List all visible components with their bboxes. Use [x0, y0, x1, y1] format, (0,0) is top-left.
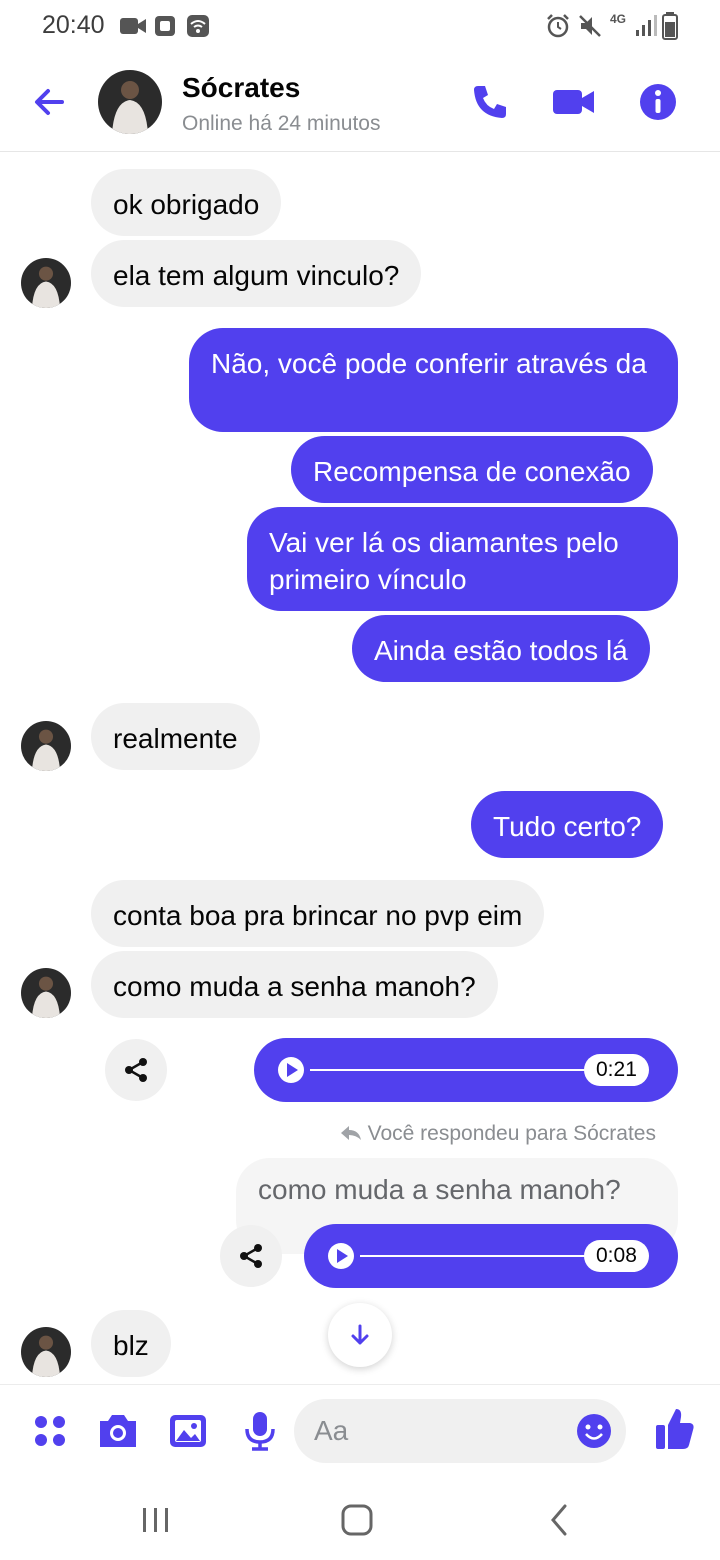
message-bubble-outgoing[interactable]: Vai ver lá os diamantes pelo primeiro ví… — [247, 507, 678, 611]
info-icon[interactable] — [636, 80, 680, 124]
back-arrow-icon[interactable] — [28, 80, 72, 124]
audio-progress-track[interactable] — [310, 1069, 596, 1071]
video-record-icon — [120, 18, 146, 34]
message-input-pill — [294, 1399, 626, 1463]
camera-icon[interactable] — [96, 1409, 140, 1453]
reply-note-text: Você respondeu para Sócrates — [367, 1122, 656, 1145]
home-icon[interactable] — [337, 1500, 377, 1540]
audio-progress-track[interactable] — [360, 1255, 596, 1257]
message-bubble-outgoing[interactable]: Ainda estão todos lá — [352, 615, 650, 682]
message-bubble-incoming[interactable]: realmente — [91, 703, 260, 770]
scroll-to-bottom-button[interactable] — [328, 1303, 392, 1367]
mute-icon — [579, 15, 601, 37]
contact-avatar[interactable] — [98, 70, 162, 134]
more-apps-icon[interactable] — [28, 1409, 72, 1453]
signal-icon — [636, 15, 657, 36]
recent-apps-icon[interactable] — [136, 1500, 176, 1540]
contact-name[interactable]: Sócrates — [182, 72, 300, 104]
share-button[interactable] — [105, 1039, 167, 1101]
sender-avatar — [21, 258, 71, 308]
play-icon[interactable] — [328, 1243, 354, 1269]
message-input[interactable] — [314, 1411, 554, 1451]
audio-message-outgoing: 0:08 — [304, 1224, 678, 1288]
gallery-icon[interactable] — [166, 1409, 210, 1453]
microphone-icon[interactable] — [238, 1409, 282, 1453]
status-bar: 20:40 4G — [0, 0, 720, 52]
message-bubble-incoming[interactable]: blz — [91, 1310, 171, 1377]
wifi-call-icon — [187, 15, 209, 37]
message-bubble-outgoing[interactable]: Tudo certo? — [471, 791, 664, 858]
share-button[interactable] — [220, 1225, 282, 1287]
message-bubble-incoming[interactable]: como muda a senha manoh? — [91, 951, 498, 1018]
back-nav-icon[interactable] — [540, 1500, 580, 1540]
audio-message-outgoing: 0:21 — [254, 1038, 678, 1102]
message-bubble-incoming[interactable]: conta boa pra brincar no pvp eim — [91, 880, 545, 947]
network-type-label: 4G — [610, 12, 627, 26]
play-icon[interactable] — [278, 1057, 304, 1083]
sender-avatar — [21, 1327, 71, 1377]
emoji-icon[interactable] — [576, 1413, 612, 1449]
screenshot-icon — [155, 16, 175, 36]
message-bubble-outgoing[interactable]: Não, você pode conferir através da — [189, 328, 678, 432]
audio-duration: 0:21 — [584, 1054, 649, 1086]
battery-icon — [662, 12, 678, 40]
contact-status: Online há 24 minutos — [182, 112, 381, 135]
share-icon — [240, 1244, 262, 1268]
message-composer — [0, 1384, 720, 1480]
reply-note: Você respondeu para Sócrates — [340, 1122, 656, 1146]
share-icon — [125, 1058, 147, 1082]
audio-duration: 0:08 — [584, 1240, 649, 1272]
arrow-down-icon — [351, 1324, 369, 1345]
sender-avatar — [21, 968, 71, 1018]
phone-call-icon[interactable] — [468, 80, 512, 124]
system-navigation-bar — [0, 1480, 720, 1560]
message-bubble-incoming[interactable]: ok obrigado — [91, 169, 282, 236]
alarm-icon — [547, 14, 569, 38]
message-bubble-incoming[interactable]: ela tem algum vinculo? — [91, 240, 422, 307]
status-time: 20:40 — [42, 11, 105, 39]
thumbs-up-icon[interactable] — [652, 1405, 696, 1453]
sender-avatar — [21, 721, 71, 771]
conversation-header: Sócrates Online há 24 minutos — [0, 52, 720, 152]
message-bubble-outgoing[interactable]: Recompensa de conexão — [291, 436, 653, 503]
video-call-icon[interactable] — [552, 80, 596, 124]
reply-arrow-icon — [340, 1126, 361, 1140]
